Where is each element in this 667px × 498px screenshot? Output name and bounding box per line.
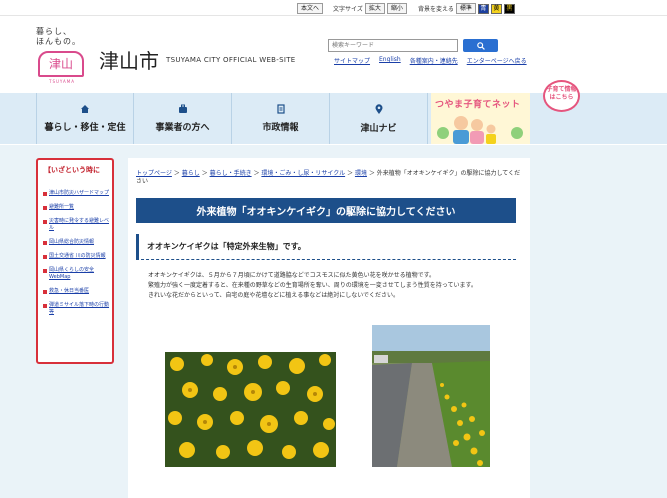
sidebar-item-evacuation-levels[interactable]: 災害時に発令する避難レベル xyxy=(43,218,109,232)
enter-page-link[interactable]: エンターページへ戻る xyxy=(467,56,527,65)
site-name: TSUYAMA CITY OFFICIAL WEB-SITE xyxy=(166,56,296,64)
briefcase-icon xyxy=(178,104,187,113)
logo-tagline-2: ほんもの。 xyxy=(36,37,81,46)
bullet-icon xyxy=(43,255,47,259)
bullet-icon xyxy=(43,220,47,224)
bullet-icon xyxy=(43,269,47,273)
nav-label-living: 暮らし・移住・定住 xyxy=(44,123,126,133)
shrink-text-button[interactable]: 縮小 xyxy=(386,3,407,14)
sidebar-item-missile-action[interactable]: 弾道ミサイル落下時の行動等 xyxy=(43,302,109,316)
document-icon xyxy=(276,104,285,114)
bullet-icon xyxy=(43,241,47,245)
article-body: オオキンケイギクは、５月から７月頃にかけて道路脇などでコスモスに似た黄色い花を咲… xyxy=(142,271,518,301)
map-pin-icon xyxy=(375,103,382,114)
page-title: 外来植物「オオキンケイギク」の駆除に協力してください xyxy=(136,198,516,223)
search-icon xyxy=(476,41,485,50)
breadcrumb: トップページ ＞ 暮らし ＞ 暮らし・手続き ＞ 環境・ごみ・し尿・リサイクル … xyxy=(136,170,521,185)
city-logo[interactable]: 暮らし、 ほんもの。 津山 TSUYAMA xyxy=(36,27,96,85)
search-button[interactable] xyxy=(463,39,498,52)
roadside-flowers-photo xyxy=(372,325,490,467)
city-name[interactable]: 津山市 xyxy=(99,45,159,74)
home-icon xyxy=(81,105,89,113)
bullet-icon xyxy=(43,304,47,308)
utility-bar: 本文へ 文字サイズ 拡大 縮小 背景を変える 標準 青 黄 黒 xyxy=(0,0,667,16)
english-link[interactable]: English xyxy=(379,56,401,65)
sidebar-item-holiday-doctor[interactable]: 救急・休日当番医 xyxy=(43,288,109,295)
article: トップページ ＞ 暮らし ＞ 暮らし・手続き ＞ 環境・ごみ・し尿・リサイクル … xyxy=(128,158,530,498)
skip-to-content-button[interactable]: 本文へ xyxy=(297,3,324,14)
bg-color-group: 背景を変える 標準 青 黄 黒 xyxy=(418,3,515,14)
nav-item-living[interactable]: 暮らし・移住・定住 xyxy=(36,93,134,144)
contacts-link[interactable]: 各種案内・連絡先 xyxy=(410,56,458,65)
family-illustration xyxy=(437,116,523,144)
text-size-label: 文字サイズ xyxy=(333,6,363,13)
skip-link-group: 本文へ xyxy=(297,3,324,14)
text-size-group: 文字サイズ 拡大 縮小 xyxy=(333,3,407,14)
bg-black-button[interactable]: 黒 xyxy=(503,3,515,14)
bullet-icon xyxy=(43,192,47,196)
breadcrumb-link[interactable]: 環境・ごみ・し尿・リサイクル xyxy=(261,170,345,177)
logo-mark: 津山 xyxy=(38,51,84,77)
breadcrumb-link[interactable]: 環境 xyxy=(355,170,367,177)
childcare-banner[interactable]: つやま子育てネット xyxy=(431,93,530,144)
breadcrumb-link[interactable]: 暮らし xyxy=(182,170,200,177)
nav-item-navi[interactable]: 津山ナビ xyxy=(330,93,428,144)
search-input[interactable] xyxy=(328,39,458,52)
bullet-icon xyxy=(43,290,47,294)
section-heading: オオキンケイギクは「特定外来生物」です。 xyxy=(136,234,516,260)
childcare-info-bubble[interactable]: 子育て情報はこちら xyxy=(543,80,580,112)
paragraph: きれいな花だからといって、自宅の庭や花壇などに植える事などは絶対にしないでくださ… xyxy=(148,292,400,299)
breadcrumb-link[interactable]: 暮らし・手続き xyxy=(210,170,252,177)
quick-links: サイトマップ English 各種案内・連絡先 エンターページへ戻る xyxy=(334,56,527,65)
sidebar-list: 津山市防災ハザードマップ 避難所一覧 災害時に発令する避難レベル 岡山県総合防災… xyxy=(43,190,109,323)
nav-label-business: 事業者の方へ xyxy=(155,123,210,133)
sidebar-item-river-info[interactable]: 国土交通省 川の防災情報 xyxy=(43,253,109,260)
emergency-sidebar: 【いざという時に 津山市防災ハザードマップ 避難所一覧 災害時に発令する避難レベ… xyxy=(36,158,114,364)
nav-label-city-info: 市政情報 xyxy=(262,123,299,133)
nav-item-city-info[interactable]: 市政情報 xyxy=(232,93,330,144)
bg-color-label: 背景を変える xyxy=(418,6,454,13)
bg-blue-button[interactable]: 青 xyxy=(477,3,489,14)
nav-label-navi: 津山ナビ xyxy=(360,123,397,134)
sidebar-item-hazard-map[interactable]: 津山市防災ハザードマップ xyxy=(43,190,109,197)
bg-standard-button[interactable]: 標準 xyxy=(455,3,476,14)
logo-tagline-1: 暮らし、 xyxy=(36,27,72,36)
sidebar-item-shelters[interactable]: 避難所一覧 xyxy=(43,204,109,211)
logo-mark-sub: TSUYAMA xyxy=(49,79,75,84)
sidebar-item-webmap[interactable]: 岡山県くらしの安全WebMap xyxy=(43,267,109,281)
breadcrumb-link[interactable]: トップページ xyxy=(136,170,172,177)
sidebar-title: 【いざという時に xyxy=(44,166,100,174)
bullet-icon xyxy=(43,206,47,210)
nav-item-business[interactable]: 事業者の方へ xyxy=(134,93,232,144)
bg-yellow-button[interactable]: 黄 xyxy=(490,3,502,14)
paragraph: オオキンケイギクは、５月から７月頃にかけて道路脇などでコスモスに似た黄色い花を咲… xyxy=(148,272,435,279)
enlarge-text-button[interactable]: 拡大 xyxy=(364,3,385,14)
paragraph: 繁殖力が強く一度定着すると、在来種の野草などの生育場所を奪い、周りの環境を一変さ… xyxy=(148,282,477,289)
sitemap-link[interactable]: サイトマップ xyxy=(334,56,370,65)
sidebar-item-okayama-disaster-info[interactable]: 岡山県総合防災情報 xyxy=(43,239,109,246)
flower-closeup-photo xyxy=(165,352,336,467)
